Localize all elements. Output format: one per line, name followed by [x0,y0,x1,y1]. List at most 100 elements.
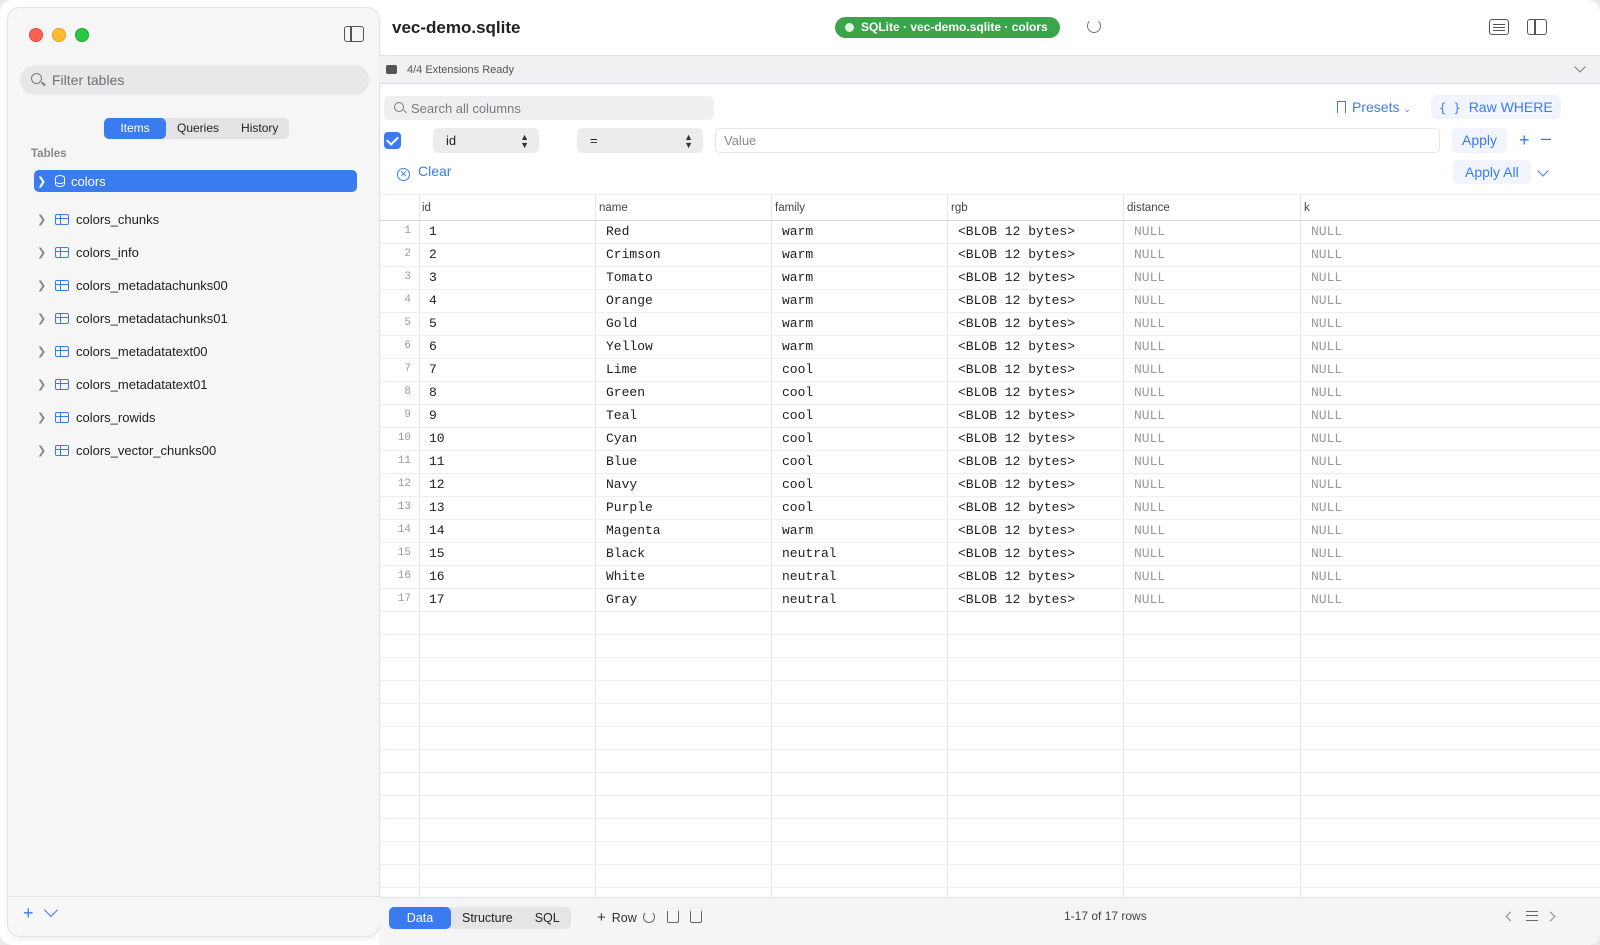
cell-rgb[interactable]: <BLOB 12 bytes> [958,500,1075,515]
table-row[interactable]: 7 7 Lime cool <BLOB 12 bytes> NULL NULL [379,359,1600,382]
tab-queries[interactable]: Queries [166,118,230,139]
cell-family[interactable]: warm [782,224,813,239]
chevron-down-icon[interactable] [1574,61,1586,73]
cell-id[interactable]: 16 [429,569,445,584]
tab-sql[interactable]: SQL [524,907,571,929]
sidebar-item-colors-metadatatext01[interactable]: ❯ colors_metadatatext01 [34,368,357,401]
sidebar-item-colors-rowids[interactable]: ❯ colors_rowids [34,401,357,434]
cell-id[interactable]: 17 [429,592,445,607]
cell-distance[interactable]: NULL [1134,270,1165,285]
cell-distance[interactable]: NULL [1134,523,1165,538]
inspector-list-icon[interactable] [1489,19,1509,35]
table-row[interactable]: 1 1 Red warm <BLOB 12 bytes> NULL NULL [379,221,1600,244]
cell-distance[interactable]: NULL [1134,569,1165,584]
cell-family[interactable]: cool [782,385,813,400]
search-all-columns-input[interactable] [411,96,701,120]
cell-rgb[interactable]: <BLOB 12 bytes> [958,362,1075,377]
chevron-right-icon[interactable]: ❯ [37,411,51,424]
chevron-down-icon[interactable] [1537,165,1549,177]
column-header-family[interactable]: family [775,202,805,214]
filter-value-input[interactable] [716,129,1439,152]
sidebar-item-colors-metadatatext00[interactable]: ❯ colors_metadatatext00 [34,335,357,368]
filter-column-select[interactable]: id ▲ ▼ [433,128,539,153]
cell-name[interactable]: Red [606,224,629,239]
chevron-right-icon[interactable]: ❯ [37,444,51,457]
cell-name[interactable]: Magenta [606,523,661,538]
cell-rgb[interactable]: <BLOB 12 bytes> [958,523,1075,538]
cell-k[interactable]: NULL [1311,247,1342,262]
cell-rgb[interactable]: <BLOB 12 bytes> [958,431,1075,446]
table-row[interactable]: 12 12 Navy cool <BLOB 12 bytes> NULL NULL [379,474,1600,497]
cell-rgb[interactable]: <BLOB 12 bytes> [958,316,1075,331]
table-row[interactable]: 8 8 Green cool <BLOB 12 bytes> NULL NULL [379,382,1600,405]
cell-id[interactable]: 1 [429,224,437,239]
extensions-bar[interactable]: 4/4 Extensions Ready [379,55,1600,84]
apply-all-button[interactable]: Apply All [1453,160,1531,184]
cell-id[interactable]: 11 [429,454,445,469]
filter-operator-select[interactable]: = ▲ ▼ [577,128,703,153]
table-row[interactable]: 14 14 Magenta warm <BLOB 12 bytes> NULL NULL [379,520,1600,543]
chevron-down-icon[interactable] [43,902,59,918]
cell-rgb[interactable]: <BLOB 12 bytes> [958,224,1075,239]
table-row[interactable]: 10 10 Cyan cool <BLOB 12 bytes> NULL NULL [379,428,1600,451]
right-sidebar-toggle-icon[interactable] [1527,19,1547,35]
cell-distance[interactable]: NULL [1134,362,1165,377]
cell-rgb[interactable]: <BLOB 12 bytes> [958,270,1075,285]
sidebar-item-colors-chunks[interactable]: ❯ colors_chunks [34,203,357,236]
cell-family[interactable]: cool [782,477,813,492]
cell-rgb[interactable]: <BLOB 12 bytes> [958,339,1075,354]
add-filter-icon[interactable]: + [1519,130,1530,151]
sidebar-item-colors[interactable]: ❯ colors [34,170,357,192]
cell-distance[interactable]: NULL [1134,546,1165,561]
page-settings-icon[interactable] [1526,911,1538,921]
cell-family[interactable]: neutral [782,592,837,607]
cell-rgb[interactable]: <BLOB 12 bytes> [958,454,1075,469]
column-header-name[interactable]: name [599,202,628,214]
table-row[interactable]: 5 5 Gold warm <BLOB 12 bytes> NULL NULL [379,313,1600,336]
connection-status-badge[interactable]: SQLite · vec-demo.sqlite · colors [835,17,1060,38]
cell-k[interactable]: NULL [1311,224,1342,239]
clear-button[interactable]: ✕ Clear [397,163,451,181]
cell-distance[interactable]: NULL [1134,339,1165,354]
table-row[interactable]: 3 3 Tomato warm <BLOB 12 bytes> NULL NULL [379,267,1600,290]
cell-k[interactable]: NULL [1311,385,1342,400]
tab-data[interactable]: Data [389,907,451,929]
cell-k[interactable]: NULL [1311,362,1342,377]
cell-name[interactable]: Lime [606,362,637,377]
cell-k[interactable]: NULL [1311,477,1342,492]
previous-page-icon[interactable] [1505,911,1516,922]
cell-distance[interactable]: NULL [1134,500,1165,515]
cell-k[interactable]: NULL [1311,270,1342,285]
cell-id[interactable]: 3 [429,270,437,285]
chevron-right-icon[interactable]: ❯ [37,279,51,292]
cell-k[interactable]: NULL [1311,339,1342,354]
cell-id[interactable]: 2 [429,247,437,262]
cell-name[interactable]: Navy [606,477,637,492]
import-icon[interactable] [667,911,679,923]
cell-id[interactable]: 9 [429,408,437,423]
tab-items[interactable]: Items [104,118,166,139]
table-row[interactable]: 9 9 Teal cool <BLOB 12 bytes> NULL NULL [379,405,1600,428]
raw-where-button[interactable]: { } Raw WHERE [1431,95,1561,119]
cell-id[interactable]: 6 [429,339,437,354]
cell-name[interactable]: Cyan [606,431,637,446]
cell-id[interactable]: 4 [429,293,437,308]
sidebar-toggle-icon[interactable] [344,26,364,42]
table-row[interactable]: 15 15 Black neutral <BLOB 12 bytes> NULL NULL [379,543,1600,566]
cell-id[interactable]: 14 [429,523,445,538]
cell-distance[interactable]: NULL [1134,293,1165,308]
column-header-k[interactable]: k [1304,202,1310,214]
cell-distance[interactable]: NULL [1134,385,1165,400]
cell-family[interactable]: warm [782,247,813,262]
cell-rgb[interactable]: <BLOB 12 bytes> [958,546,1075,561]
search-all-columns-field[interactable] [384,96,714,120]
cell-family[interactable]: neutral [782,569,837,584]
table-row[interactable]: 4 4 Orange warm <BLOB 12 bytes> NULL NULL [379,290,1600,313]
cell-k[interactable]: NULL [1311,454,1342,469]
cell-rgb[interactable]: <BLOB 12 bytes> [958,477,1075,492]
cell-name[interactable]: White [606,569,645,584]
cell-family[interactable]: warm [782,339,813,354]
cell-k[interactable]: NULL [1311,546,1342,561]
cell-rgb[interactable]: <BLOB 12 bytes> [958,385,1075,400]
minimize-window-button[interactable] [52,28,66,42]
